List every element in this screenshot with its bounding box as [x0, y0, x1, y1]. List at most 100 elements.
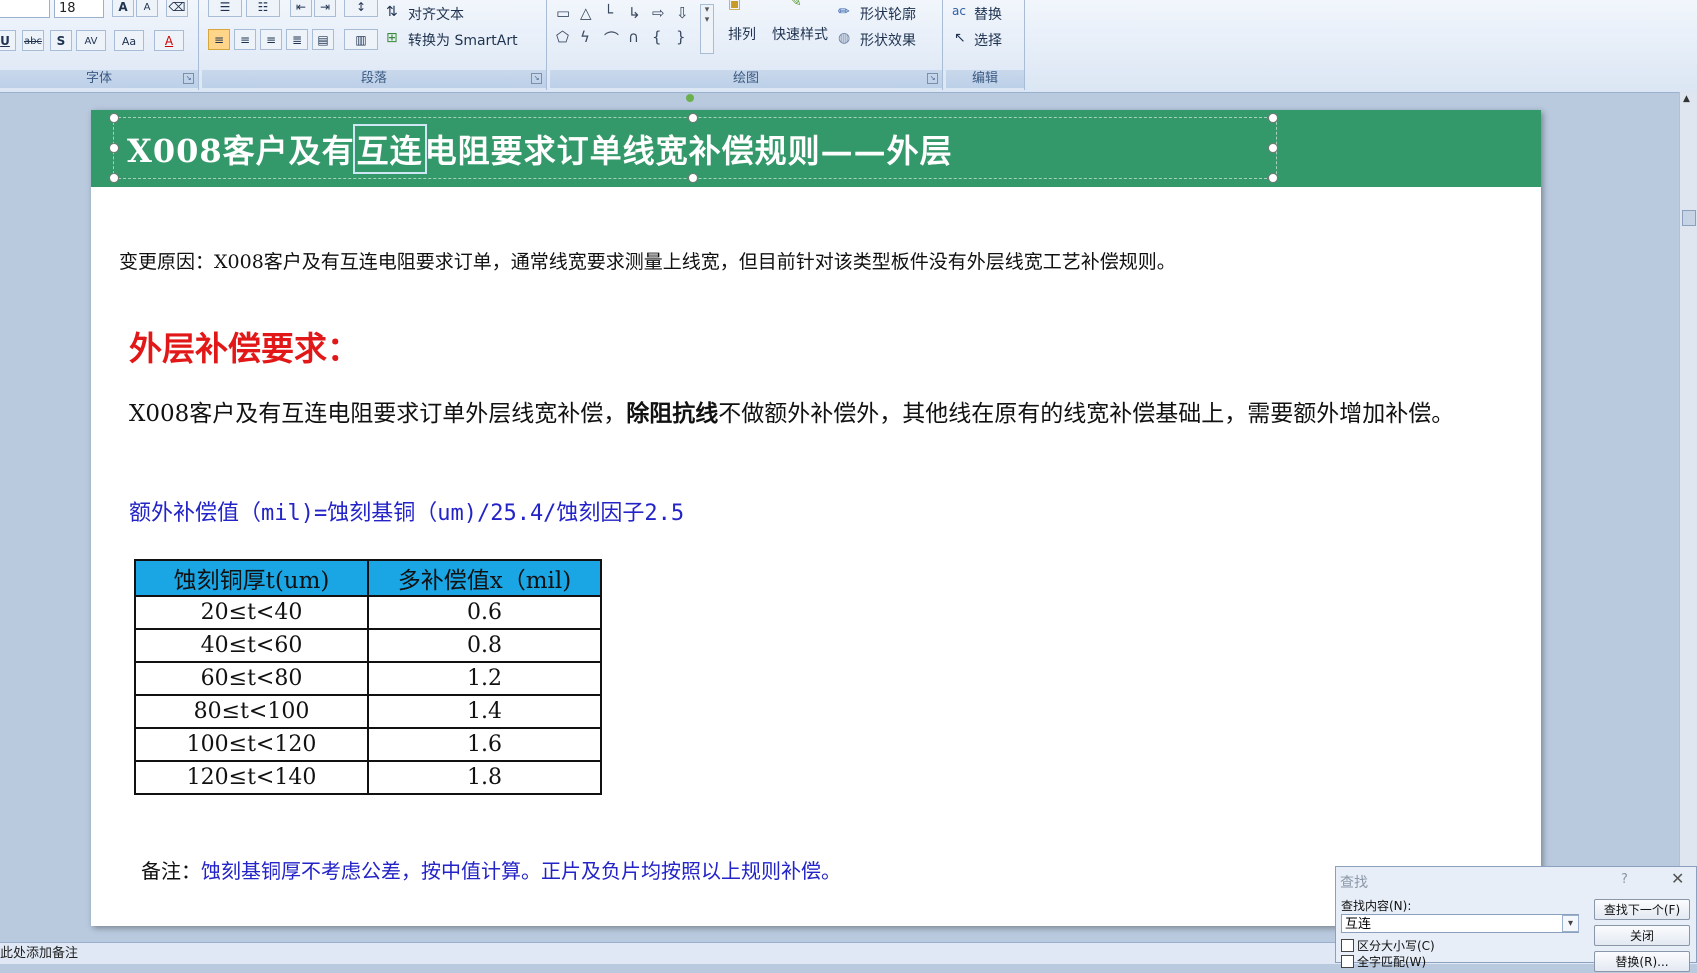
replace-button[interactable]: 替换(R)... [1594, 951, 1690, 972]
find-highlight: 互连 [352, 124, 427, 174]
chevron-down-icon[interactable]: ▾ [1562, 915, 1579, 932]
shape-outline-button[interactable]: 形状轮廓 [860, 4, 916, 24]
curve-shape-icon[interactable]: ∩ [628, 28, 639, 46]
checkbox-box[interactable] [1341, 955, 1354, 968]
decrease-indent-button[interactable]: ⇤ [290, 0, 312, 17]
note-label: 备注： [141, 859, 201, 883]
match-case-label: 区分大小写(C) [1357, 939, 1435, 953]
down-arrow-shape-icon[interactable]: ⇩ [676, 4, 689, 22]
resize-handle[interactable] [688, 173, 698, 183]
find-dialog: 查找 ? ✕ 查找内容(N): 互连 ▾ 查找下一个(F) 关闭 替换(R)..… [1335, 866, 1697, 972]
font-dialog-launcher-icon[interactable]: ↘ [183, 73, 194, 84]
replace-button[interactable]: 替换 [974, 4, 1002, 24]
bullets-button[interactable]: ☰ [208, 0, 242, 17]
strikethrough-button[interactable]: abc [22, 30, 44, 51]
elbow-arrow-icon[interactable]: ↳ [628, 4, 641, 22]
resize-handle[interactable] [688, 113, 698, 123]
change-case-button[interactable]: Aa [114, 30, 144, 51]
scroll-thumb[interactable] [1682, 210, 1696, 226]
grow-font-button[interactable]: A [112, 0, 134, 17]
table-cell: 80≤t<100 [134, 694, 369, 729]
select-button[interactable]: 选择 [974, 30, 1002, 50]
table-row: 120≤t<140 1.8 [134, 760, 602, 795]
font-color-button[interactable]: A [154, 30, 184, 51]
elbow-connector-icon[interactable]: └ [604, 4, 613, 22]
title-part: X008客户及有 [127, 132, 355, 170]
edit-group-label: 编辑 [946, 70, 1024, 88]
find-next-button[interactable]: 查找下一个(F) [1594, 899, 1690, 920]
drawing-group-label: 绘图 [550, 70, 942, 88]
compensation-table[interactable]: 蚀刻铜厚t(um) 多补偿值x（mil) 20≤t<40 0.6 40≤t<60 0… [134, 559, 602, 795]
drawing-dialog-launcher-icon[interactable]: ↘ [927, 73, 938, 84]
right-arrow-shape-icon[interactable]: ⇨ [652, 4, 665, 22]
shapes-gallery[interactable]: ▭ △ └ ↳ ⇨ ⇩ ⬠ ϟ ⌒ ∩ { } [554, 0, 704, 62]
align-text-button[interactable]: 对齐文本 [408, 4, 464, 24]
select-cursor-icon: ↖ [954, 30, 966, 46]
line-spacing-button[interactable]: ↕ [344, 0, 378, 17]
change-reason[interactable]: 变更原因：X008客户及有互连电阻要求订单，通常线宽要求测量上线宽，但目前针对该… [119, 247, 1176, 274]
table-row: 60≤t<80 1.2 [134, 661, 602, 696]
table-header: 多补偿值x（mil) [367, 559, 602, 597]
help-icon[interactable]: ? [1621, 872, 1628, 887]
paragraph-group: ☰ ☷ ⇤ ⇥ ↕ ⇅ 对齐文本 ≡ ≡ ≡ ≣ ▤ ▥ ⊞ 转换为 Smart… [202, 0, 547, 90]
paragraph-group-label: 段落 [202, 70, 546, 88]
match-case-checkbox[interactable]: 区分大小写(C) [1341, 937, 1435, 954]
replace-icon: ac [952, 4, 966, 18]
table-row: 40≤t<60 0.8 [134, 628, 602, 663]
paragraph-dialog-launcher-icon[interactable]: ↘ [531, 73, 542, 84]
checkbox-box[interactable] [1341, 939, 1354, 952]
align-center-button[interactable]: ≡ [234, 29, 256, 50]
triangle-shape-icon[interactable]: △ [580, 4, 592, 22]
rotation-handle[interactable] [686, 94, 694, 102]
close-button[interactable]: 关闭 [1594, 925, 1690, 946]
find-dialog-title: 查找 [1340, 875, 1368, 891]
resize-handle[interactable] [109, 143, 119, 153]
rectangle-shape-icon[interactable]: ▭ [556, 4, 570, 22]
columns-button[interactable]: ▥ [344, 29, 378, 50]
text-direction-icon[interactable]: ⇅ [386, 4, 398, 20]
convert-smartart-button[interactable]: 转换为 SmartArt [408, 30, 518, 50]
justify-button[interactable]: ≣ [286, 29, 308, 50]
whole-word-checkbox[interactable]: 全字匹配(W) [1341, 953, 1426, 970]
numbering-button[interactable]: ☷ [246, 0, 280, 17]
vertical-scrollbar[interactable]: ▲ [1679, 92, 1697, 942]
align-left-button[interactable]: ≡ [208, 29, 230, 50]
lightning-shape-icon[interactable]: ϟ [580, 28, 590, 46]
font-name-field[interactable] [0, 0, 50, 18]
table-header-row: 蚀刻铜厚t(um) 多补偿值x（mil) [134, 559, 602, 597]
increase-indent-button[interactable]: ⇥ [314, 0, 336, 17]
note[interactable]: 备注：蚀刻基铜厚不考虑公差，按中值计算。正片及负片均按照以上规则补偿。 [141, 855, 841, 884]
requirement-paragraph[interactable]: X008客户及有互连电阻要求订单外层线宽补偿，除阻抗线不做额外补偿外，其他线在原… [129, 390, 1479, 438]
quick-styles-button[interactable]: 快速样式 [772, 24, 828, 44]
resize-handle[interactable] [109, 173, 119, 183]
shape-effects-button[interactable]: 形状效果 [860, 30, 916, 50]
resize-handle[interactable] [109, 113, 119, 123]
resize-handle[interactable] [1268, 143, 1278, 153]
shrink-font-button[interactable]: A [136, 0, 158, 17]
clear-format-button[interactable]: ⌫ [166, 0, 188, 17]
align-right-button[interactable]: ≡ [260, 29, 282, 50]
distributed-button[interactable]: ▤ [312, 29, 334, 50]
resize-handle[interactable] [1268, 173, 1278, 183]
char-spacing-button[interactable]: AV [76, 30, 106, 51]
table-cell: 100≤t<120 [134, 727, 369, 762]
outer-requirement-heading[interactable]: 外层补偿要求： [129, 322, 360, 370]
find-what-input[interactable]: 互连 [1341, 914, 1579, 933]
arc-shape-icon[interactable]: ⌒ [604, 28, 619, 49]
edit-group: ac 替换 ↖ 选择 编辑 [946, 0, 1025, 90]
arrange-button[interactable]: 排列 [728, 24, 756, 44]
resize-handle[interactable] [1268, 113, 1278, 123]
compensation-formula[interactable]: 额外补偿值（mil)=蚀刻基铜（um)/25.4/蚀刻因子2.5 [129, 495, 684, 527]
font-size-field[interactable]: 18 [54, 0, 104, 18]
slide-title[interactable]: X008客户及有互连电阻要求订单线宽补偿规则——外层 [127, 124, 953, 174]
right-brace-icon[interactable]: } [676, 28, 686, 46]
underline-button[interactable]: U [0, 30, 16, 51]
table-cell: 40≤t<60 [134, 628, 369, 663]
close-icon[interactable]: ✕ [1671, 869, 1684, 888]
left-brace-icon[interactable]: { [652, 28, 662, 46]
paragraph-text: 不做额外补偿外，其他线在原有的线宽补偿基础上，需要额外增加补偿。 [718, 401, 1455, 427]
freeform-shape-icon[interactable]: ⬠ [556, 28, 569, 46]
shadow-button[interactable]: S [50, 30, 72, 51]
scroll-up-icon[interactable]: ▲ [1683, 94, 1690, 104]
gallery-scroll[interactable]: ▾ ▾ [700, 4, 714, 54]
